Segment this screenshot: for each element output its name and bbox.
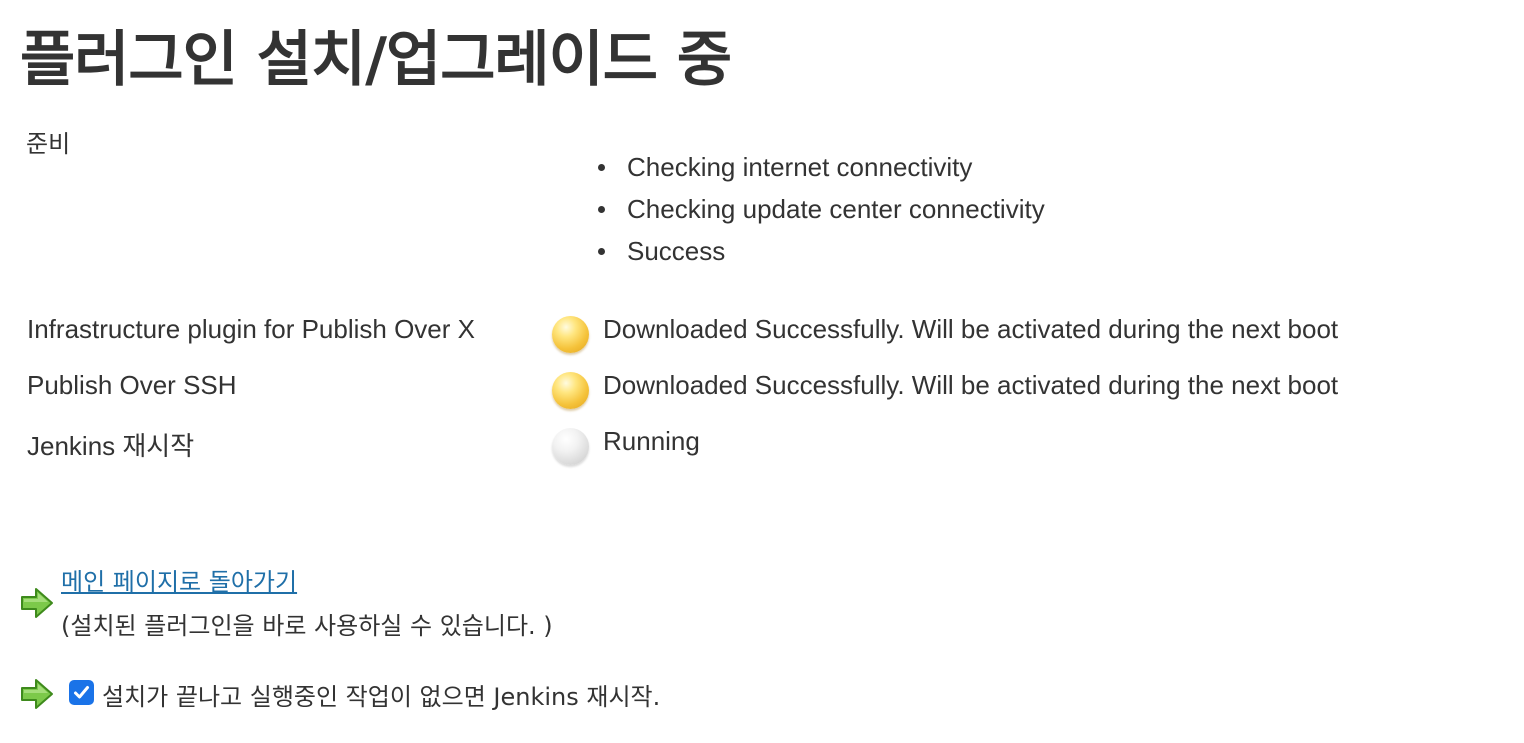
- green-arrow-icon: [20, 678, 54, 710]
- check-list-item: Checking update center connectivity: [598, 188, 1045, 230]
- job-status-text: Downloaded Successfully. Will be activat…: [603, 370, 1339, 400]
- bullet-icon: [598, 248, 605, 255]
- check-list-item: Success: [598, 230, 1045, 272]
- job-row-jenkins-restart: Jenkins 재시작 Running: [0, 424, 1524, 474]
- preparation-label: 준비: [26, 130, 71, 158]
- restart-checkbox-label[interactable]: 설치가 끝나고 실행중인 작업이 없으면 Jenkins 재시작.: [102, 677, 660, 712]
- job-row-publish-over-ssh: Publish Over SSH Downloaded Successfully…: [0, 368, 1524, 418]
- check-step-text: Success: [627, 236, 726, 266]
- check-step-text: Checking internet connectivity: [627, 152, 973, 182]
- check-step-text: Checking update center connectivity: [627, 194, 1045, 224]
- grey-ball-icon: [552, 428, 589, 465]
- yellow-ball-icon: [552, 316, 589, 353]
- job-name: Publish Over SSH: [27, 370, 237, 400]
- job-row-infrastructure-plugin: Infrastructure plugin for Publish Over X…: [0, 312, 1524, 362]
- job-status-text: Downloaded Successfully. Will be activat…: [603, 314, 1339, 344]
- green-arrow-icon: [20, 587, 54, 619]
- bullet-icon: [598, 164, 605, 171]
- job-name: Infrastructure plugin for Publish Over X: [27, 314, 475, 344]
- back-link-note: (설치된 플러그인을 바로 사용하실 수 있습니다. ): [61, 612, 553, 640]
- job-name: Jenkins 재시작: [27, 431, 195, 461]
- bullet-icon: [598, 206, 605, 213]
- page-title: 플러그인 설치/업그레이드 중: [20, 25, 732, 95]
- back-to-main-page-link[interactable]: 메인 페이지로 돌아가기: [61, 562, 297, 597]
- job-status-text: Running: [603, 426, 700, 456]
- checkmark-icon: [74, 686, 89, 699]
- yellow-ball-icon: [552, 372, 589, 409]
- connectivity-check-list: Checking internet connectivity Checking …: [598, 146, 1045, 272]
- check-list-item: Checking internet connectivity: [598, 146, 1045, 188]
- restart-checkbox[interactable]: [69, 680, 94, 705]
